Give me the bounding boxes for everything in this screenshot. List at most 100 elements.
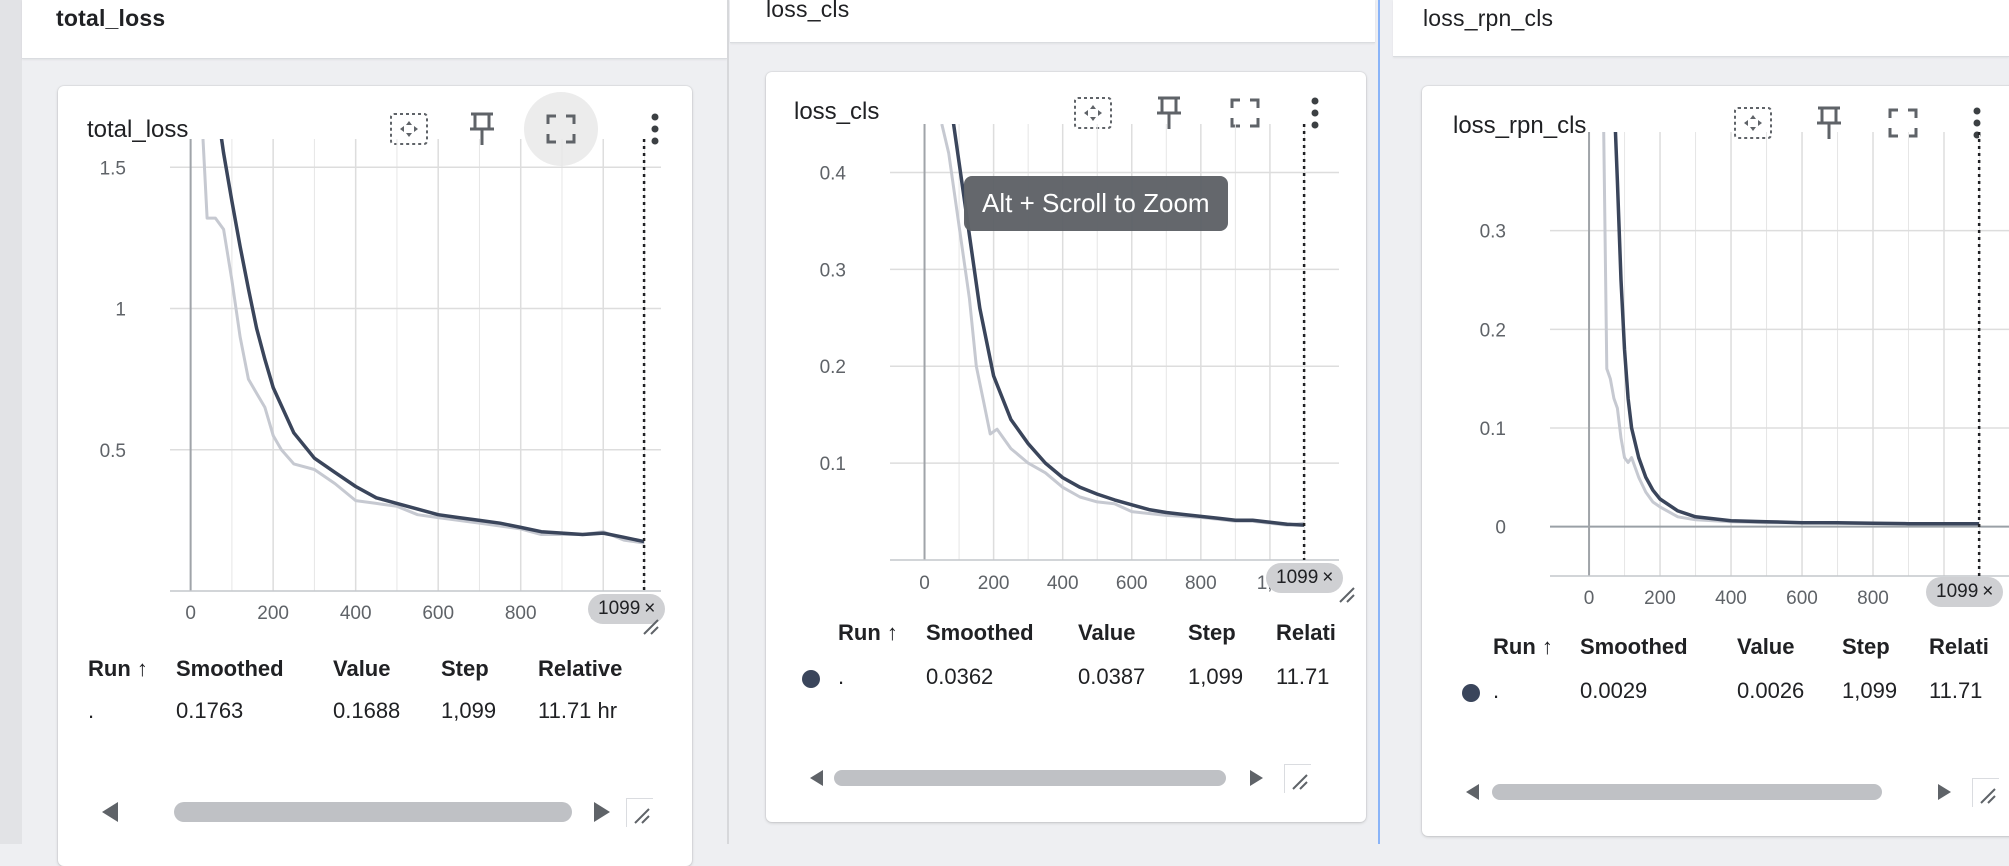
cell-relative: 11.71 hr xyxy=(538,698,618,723)
col-header-step[interactable]: Step xyxy=(1188,620,1236,646)
x-tick-label: 600 xyxy=(1116,573,1148,594)
chart-resize-handle[interactable] xyxy=(1336,584,1362,610)
y-tick-label: 0 xyxy=(1495,518,1506,539)
chart-resize-handle[interactable] xyxy=(640,616,666,642)
panel-column-loss-rpn-cls: loss_rpn_cls loss_rpn_cls 02004006008001… xyxy=(1380,0,2009,844)
data-table: Run ↑ Smoothed Value Step Relative . 0.1… xyxy=(58,646,692,766)
table-resize-handle[interactable] xyxy=(1284,764,1311,793)
step-badge-value: 1099 xyxy=(598,598,641,619)
y-tick-label: 0.2 xyxy=(1480,320,1506,341)
step-cursor-badge[interactable]: 1099 × xyxy=(1266,563,1344,593)
scroll-thumb[interactable] xyxy=(174,802,572,822)
col-header-run[interactable]: Run ↑ xyxy=(88,656,148,682)
cell-relative: 11.71 xyxy=(1276,664,1330,689)
data-table: Run ↑ Smoothed Value Step Relati . 0.002… xyxy=(1422,626,2009,746)
run-color-dot xyxy=(1462,684,1480,702)
cell-step: 1,099 xyxy=(1188,664,1244,689)
cell-step: 1,099 xyxy=(1842,678,1898,703)
cell-smoothed: 0.1763 xyxy=(176,698,244,723)
scroll-thumb[interactable] xyxy=(834,770,1226,786)
cell-smoothed: 0.0029 xyxy=(1580,678,1648,703)
col-header-relative[interactable]: Relative xyxy=(538,656,622,682)
col-header-step[interactable]: Step xyxy=(1842,634,1890,660)
line-chart[interactable]: 02004006008001,00.40.30.20.1 xyxy=(766,72,1366,612)
badge-close-icon[interactable]: × xyxy=(1982,581,1993,603)
badge-close-icon[interactable]: × xyxy=(1322,567,1333,589)
section-header[interactable]: loss_cls xyxy=(730,0,1375,43)
col-header-step[interactable]: Step xyxy=(441,656,489,682)
col-header-value[interactable]: Value xyxy=(333,656,390,682)
scroll-right-icon[interactable] xyxy=(1250,770,1263,786)
section-header[interactable]: loss_rpn_cls xyxy=(1393,0,2009,57)
step-badge-value: 1099 xyxy=(1276,567,1319,588)
column-divider xyxy=(727,0,729,844)
cell-step: 1,099 xyxy=(441,698,497,723)
y-tick-label: 1 xyxy=(115,300,126,321)
chart-svg: 02004006008001,00.30.20.10 xyxy=(1480,132,2009,609)
scroll-thumb[interactable] xyxy=(1492,784,1882,800)
y-tick-label: 0.4 xyxy=(820,163,847,184)
raw-series-line xyxy=(201,139,645,545)
scroll-right-icon[interactable] xyxy=(594,802,610,822)
section-title: total_loss xyxy=(56,5,166,31)
smoothed-series-line xyxy=(951,124,1305,527)
x-tick-label: 200 xyxy=(978,573,1010,594)
col-header-smoothed[interactable]: Smoothed xyxy=(1580,634,1688,660)
scalar-card: total_loss 02004006008001,01.510.5 1099 … xyxy=(58,86,692,866)
resize-handle-icon xyxy=(1980,788,1996,804)
col-header-value[interactable]: Value xyxy=(1737,634,1794,660)
x-tick-label: 400 xyxy=(1047,573,1079,594)
y-tick-label: 0.2 xyxy=(820,357,846,378)
cell-smoothed: 0.0362 xyxy=(926,664,994,689)
cell-run: . xyxy=(838,664,845,689)
resize-handle-icon xyxy=(634,808,650,824)
horizontal-scrollbar[interactable] xyxy=(102,796,662,827)
y-tick-label: 0.5 xyxy=(100,441,126,462)
section-title: loss_cls xyxy=(766,0,850,22)
line-chart[interactable]: 02004006008001,00.30.20.10 xyxy=(1422,86,2009,626)
table-resize-handle[interactable] xyxy=(626,798,653,827)
scroll-left-icon[interactable] xyxy=(810,770,823,786)
y-tick-label: 0.1 xyxy=(820,454,846,475)
step-cursor-badge[interactable]: 1099 × xyxy=(1926,577,2004,607)
scalar-card: loss_rpn_cls 02004006008001,00.30.20.10 … xyxy=(1422,86,2009,836)
left-rail xyxy=(0,0,22,844)
x-tick-label: 0 xyxy=(1584,588,1595,609)
table-resize-handle[interactable] xyxy=(1972,778,1999,807)
col-header-relative[interactable]: Relati xyxy=(1929,634,1989,660)
panel-column-loss-cls: loss_cls loss_cls 02004006008001,00.40.3… xyxy=(730,0,1380,844)
x-tick-label: 200 xyxy=(1644,588,1676,609)
scroll-left-icon[interactable] xyxy=(1466,784,1479,800)
section-header[interactable]: total_loss xyxy=(22,0,727,59)
col-header-run[interactable]: Run ↑ xyxy=(838,620,898,646)
scroll-left-icon[interactable] xyxy=(102,802,118,822)
horizontal-scrollbar[interactable] xyxy=(810,764,1360,794)
cell-relative: 11.71 xyxy=(1929,678,1983,703)
col-header-smoothed[interactable]: Smoothed xyxy=(926,620,1034,646)
x-tick-label: 800 xyxy=(1857,588,1889,609)
cell-run: . xyxy=(88,698,95,723)
line-chart[interactable]: 02004006008001,01.510.5 xyxy=(58,86,692,646)
resize-handle-icon xyxy=(643,619,659,635)
section-title: loss_rpn_cls xyxy=(1423,5,1554,31)
resize-handle-icon xyxy=(1292,774,1308,790)
x-tick-label: 200 xyxy=(257,603,289,624)
col-header-relative[interactable]: Relati xyxy=(1276,620,1336,646)
x-tick-label: 400 xyxy=(1715,588,1747,609)
scalar-card: loss_cls 02004006008001,00.40.30.20.1 Al… xyxy=(766,72,1366,822)
y-tick-label: 0.3 xyxy=(820,260,846,281)
horizontal-scrollbar[interactable] xyxy=(1466,778,2009,808)
y-tick-label: 0.3 xyxy=(1480,222,1506,243)
x-tick-label: 800 xyxy=(505,603,537,624)
col-header-value[interactable]: Value xyxy=(1078,620,1135,646)
chart-svg: 02004006008001,00.40.30.20.1 xyxy=(820,124,1339,594)
col-header-run[interactable]: Run ↑ xyxy=(1493,634,1553,660)
x-tick-label: 600 xyxy=(422,603,454,624)
x-tick-label: 600 xyxy=(1786,588,1818,609)
cell-value: 0.0387 xyxy=(1078,664,1146,689)
cell-run: . xyxy=(1493,678,1500,703)
scroll-right-icon[interactable] xyxy=(1938,784,1951,800)
run-color-dot xyxy=(802,670,820,688)
chart-svg: 02004006008001,01.510.5 xyxy=(100,139,661,624)
col-header-smoothed[interactable]: Smoothed xyxy=(176,656,284,682)
